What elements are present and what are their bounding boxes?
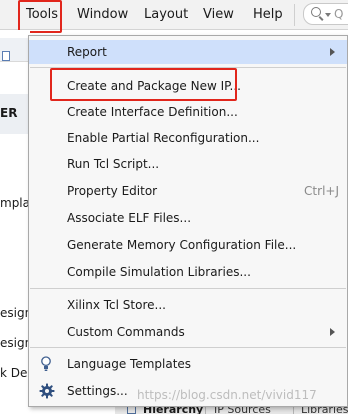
menu-item-label: Enable Partial Reconfiguration... — [67, 131, 260, 145]
menu-item-compile-simulation-libraries[interactable]: Compile Simulation Libraries... — [29, 260, 347, 284]
menu-item-custom-commands[interactable]: Custom Commands — [29, 320, 347, 344]
submenu-arrow-icon — [330, 328, 335, 336]
menu-item-label: Property Editor — [67, 184, 158, 198]
menu-item-label: Create Interface Definition... — [67, 105, 238, 119]
chevron-down-icon[interactable] — [325, 13, 331, 17]
menu-item-label: Run Tcl Script... — [67, 157, 160, 171]
menu-divider — [30, 288, 346, 289]
quick-access-search[interactable]: Q — [303, 3, 348, 25]
menu-item-label: Generate Memory Configuration File... — [67, 238, 297, 252]
menu-item-language-templates[interactable]: Language Templates — [29, 352, 347, 376]
menu-layout[interactable]: Layout — [144, 7, 188, 22]
menubar-edge — [0, 7, 8, 23]
menu-item-label: Associate ELF Files... — [67, 211, 192, 225]
menu-item-label: Xilinx Tcl Store... — [67, 298, 166, 312]
menubar-separator — [294, 4, 295, 26]
create-package-ip-highlight-box — [50, 68, 237, 101]
search-icon — [311, 7, 321, 17]
menu-item-generate-memory-configuration-file[interactable]: Generate Memory Configuration File... — [29, 233, 347, 257]
menu-item-label: Compile Simulation Libraries... — [67, 265, 251, 279]
left-panel: ER mplate esign esign k Des — [0, 30, 42, 414]
menu-item-xilinx-tcl-store[interactable]: Xilinx Tcl Store... — [29, 293, 347, 317]
menu-item-label: Custom Commands — [67, 325, 185, 339]
menu-window[interactable]: Window — [77, 7, 128, 22]
left-panel-toolbar — [0, 38, 30, 62]
menu-item-shortcut: Ctrl+J — [304, 184, 339, 198]
menu-view[interactable]: View — [203, 7, 234, 22]
menu-item-property-editor[interactable]: Property Editor Ctrl+J — [29, 179, 347, 203]
tools-highlight-box — [18, 0, 62, 33]
menu-item-create-interface-definition[interactable]: Create Interface Definition... — [29, 100, 347, 124]
gear-icon — [39, 383, 55, 399]
search-hint: Q — [334, 7, 344, 21]
lightbulb-icon — [41, 356, 51, 371]
menu-item-label: Settings... — [67, 384, 128, 398]
submenu-arrow-icon — [330, 48, 335, 56]
menu-item-enable-partial-reconfiguration[interactable]: Enable Partial Reconfiguration... — [29, 126, 347, 150]
menu-item-associate-elf-files[interactable]: Associate ELF Files... — [29, 206, 347, 230]
left-panel-text: ER — [0, 106, 18, 120]
document-icon — [2, 51, 10, 61]
menu-divider — [30, 347, 346, 348]
menu-item-report[interactable]: Report — [29, 40, 347, 64]
watermark: https://blog.csdn.net/vivid117 — [137, 388, 317, 402]
menu-help[interactable]: Help — [253, 7, 283, 22]
menu-item-label: Report — [67, 45, 107, 59]
menu-item-label: Language Templates — [67, 357, 192, 371]
menu-item-run-tcl-script[interactable]: Run Tcl Script... — [29, 152, 347, 176]
